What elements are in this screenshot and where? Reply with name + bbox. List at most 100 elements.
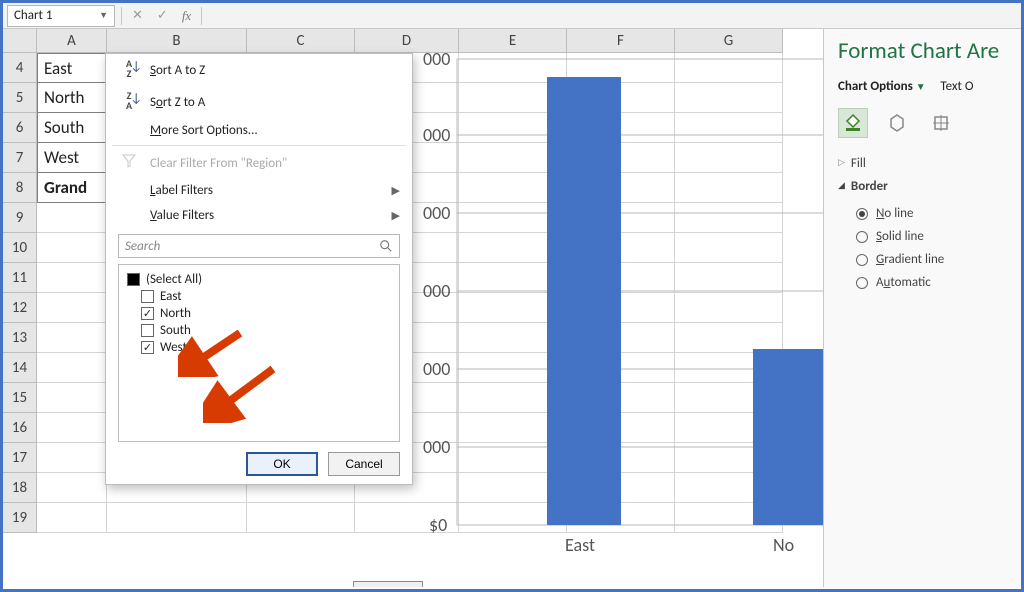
filter-item-label: North (160, 306, 191, 321)
pivot-chart[interactable]: 000 000 000 000 000 000 $0 East No (423, 49, 823, 569)
row-header-4[interactable]: 4 (3, 53, 37, 83)
section-fill[interactable]: Fill (838, 156, 1021, 171)
cell-A19[interactable] (37, 503, 107, 533)
border-automatic[interactable]: Automatic (838, 271, 1021, 294)
select-all-corner[interactable] (3, 29, 37, 53)
cell-A15[interactable] (37, 383, 107, 413)
filter-item-north[interactable]: North (127, 305, 391, 322)
cell-A10[interactable] (37, 233, 107, 263)
bar-north[interactable] (753, 349, 823, 525)
sort-az[interactable]: AZ↓ Sort A to Z (106, 54, 412, 86)
border-solid-line[interactable]: Solid line (838, 225, 1021, 248)
radio-icon[interactable] (856, 254, 868, 266)
cell-A6[interactable]: South (37, 113, 107, 143)
size-properties-icon[interactable] (926, 108, 956, 138)
cell-A16[interactable] (37, 413, 107, 443)
cell-A9[interactable] (37, 203, 107, 233)
tab-text-options[interactable]: Text O (940, 79, 973, 94)
cell-A7[interactable]: West (37, 143, 107, 173)
cell-A14[interactable] (37, 353, 107, 383)
col-header-c[interactable]: C (247, 29, 355, 53)
name-box-dropdown-icon[interactable]: ▼ (99, 10, 108, 21)
more-sort-options[interactable]: More Sort Options... (106, 118, 412, 143)
checkbox-checked-icon[interactable] (141, 307, 154, 320)
bar-east[interactable] (547, 77, 621, 525)
checkbox-checked-icon[interactable] (141, 341, 154, 354)
row-header-13[interactable]: 13 (3, 323, 37, 353)
filter-search[interactable]: Search (118, 234, 400, 258)
checkbox-indeterminate-icon[interactable] (127, 273, 140, 286)
cell-A11[interactable] (37, 263, 107, 293)
border-gradient-line[interactable]: Gradient line (838, 248, 1021, 271)
row-header-19[interactable]: 19 (3, 503, 37, 533)
search-placeholder: Search (125, 239, 160, 254)
row-header-18[interactable]: 18 (3, 473, 37, 503)
col-header-a[interactable]: A (37, 29, 107, 53)
row-header-15[interactable]: 15 (3, 383, 37, 413)
value-filters[interactable]: Value Filters ▶ (106, 203, 412, 228)
search-icon (379, 239, 393, 253)
filter-item-select-all[interactable]: (Select All) (127, 271, 391, 288)
chevron-down-icon: ▼ (916, 80, 926, 93)
radio-icon[interactable] (856, 231, 868, 243)
cell-A4[interactable]: East (37, 53, 107, 83)
row-header-5[interactable]: 5 (3, 83, 37, 113)
worksheet-area[interactable]: A B C D E F G 4East5North6South7West8Gra… (3, 29, 823, 587)
col-header-b[interactable]: B (107, 29, 247, 53)
name-box-value: Chart 1 (14, 8, 52, 23)
ytick: 000 (423, 49, 450, 70)
row-header-9[interactable]: 9 (3, 203, 37, 233)
checkbox-unchecked-icon[interactable] (141, 324, 154, 337)
name-box[interactable]: Chart 1 ▼ (7, 5, 115, 27)
label-filters[interactable]: Label Filters ▶ (106, 178, 412, 203)
sort-za[interactable]: ZA↓ Sort Z to A (106, 86, 412, 118)
ok-button[interactable]: OK (246, 452, 318, 476)
filter-item-south[interactable]: South (127, 322, 391, 339)
cell-A12[interactable] (37, 293, 107, 323)
region-field-label: Region (366, 586, 397, 588)
row-header-11[interactable]: 11 (3, 263, 37, 293)
chevron-down-icon: ▼ (401, 587, 410, 588)
ytick: 000 (423, 436, 450, 458)
filter-item-west[interactable]: West (127, 339, 391, 356)
row-header-16[interactable]: 16 (3, 413, 37, 443)
effects-icon[interactable] (882, 108, 912, 138)
cell-B19[interactable] (107, 503, 247, 533)
fill-and-line-icon[interactable] (838, 108, 868, 138)
row-header-8[interactable]: 8 (3, 173, 37, 203)
row-header-17[interactable]: 17 (3, 443, 37, 473)
cancel-entry-icon: ✕ (128, 8, 147, 23)
region-field-button[interactable]: Region ▼ (353, 581, 423, 587)
menu-separator (112, 145, 406, 146)
label-filters-label: Label Filters (150, 183, 213, 198)
divider (121, 7, 122, 25)
radio-selected-icon[interactable] (856, 208, 868, 220)
cell-A13[interactable] (37, 323, 107, 353)
section-border[interactable]: Border (838, 179, 1021, 194)
value-filters-label: Value Filters (150, 208, 214, 223)
tab-chart-options[interactable]: Chart Options ▼ (838, 79, 929, 94)
sort-za-label: Sort Z to A (150, 95, 205, 110)
row-header-6[interactable]: 6 (3, 113, 37, 143)
cancel-button[interactable]: Cancel (328, 452, 400, 476)
checkbox-unchecked-icon[interactable] (141, 290, 154, 303)
sort-az-icon: AZ↓ (118, 59, 140, 81)
row-header-7[interactable]: 7 (3, 143, 37, 173)
ytick: 000 (423, 124, 450, 146)
filter-item-label: East (160, 289, 182, 304)
radio-icon[interactable] (856, 277, 868, 289)
row-header-12[interactable]: 12 (3, 293, 37, 323)
row-header-10[interactable]: 10 (3, 233, 37, 263)
formula-bar: Chart 1 ▼ ✕ ✓ fx (3, 3, 1021, 29)
format-chart-area-pane: Format Chart Are Chart Options ▼ Text O … (823, 29, 1021, 587)
divider (201, 7, 202, 25)
cell-A18[interactable] (37, 473, 107, 503)
border-no-line[interactable]: No line (838, 202, 1021, 225)
cell-A17[interactable] (37, 443, 107, 473)
cell-A8[interactable]: Grand (37, 173, 107, 203)
row-header-14[interactable]: 14 (3, 353, 37, 383)
cell-C19[interactable] (247, 503, 355, 533)
filter-item-east[interactable]: East (127, 288, 391, 305)
cell-A5[interactable]: North (37, 83, 107, 113)
fx-icon[interactable]: fx (178, 8, 195, 24)
